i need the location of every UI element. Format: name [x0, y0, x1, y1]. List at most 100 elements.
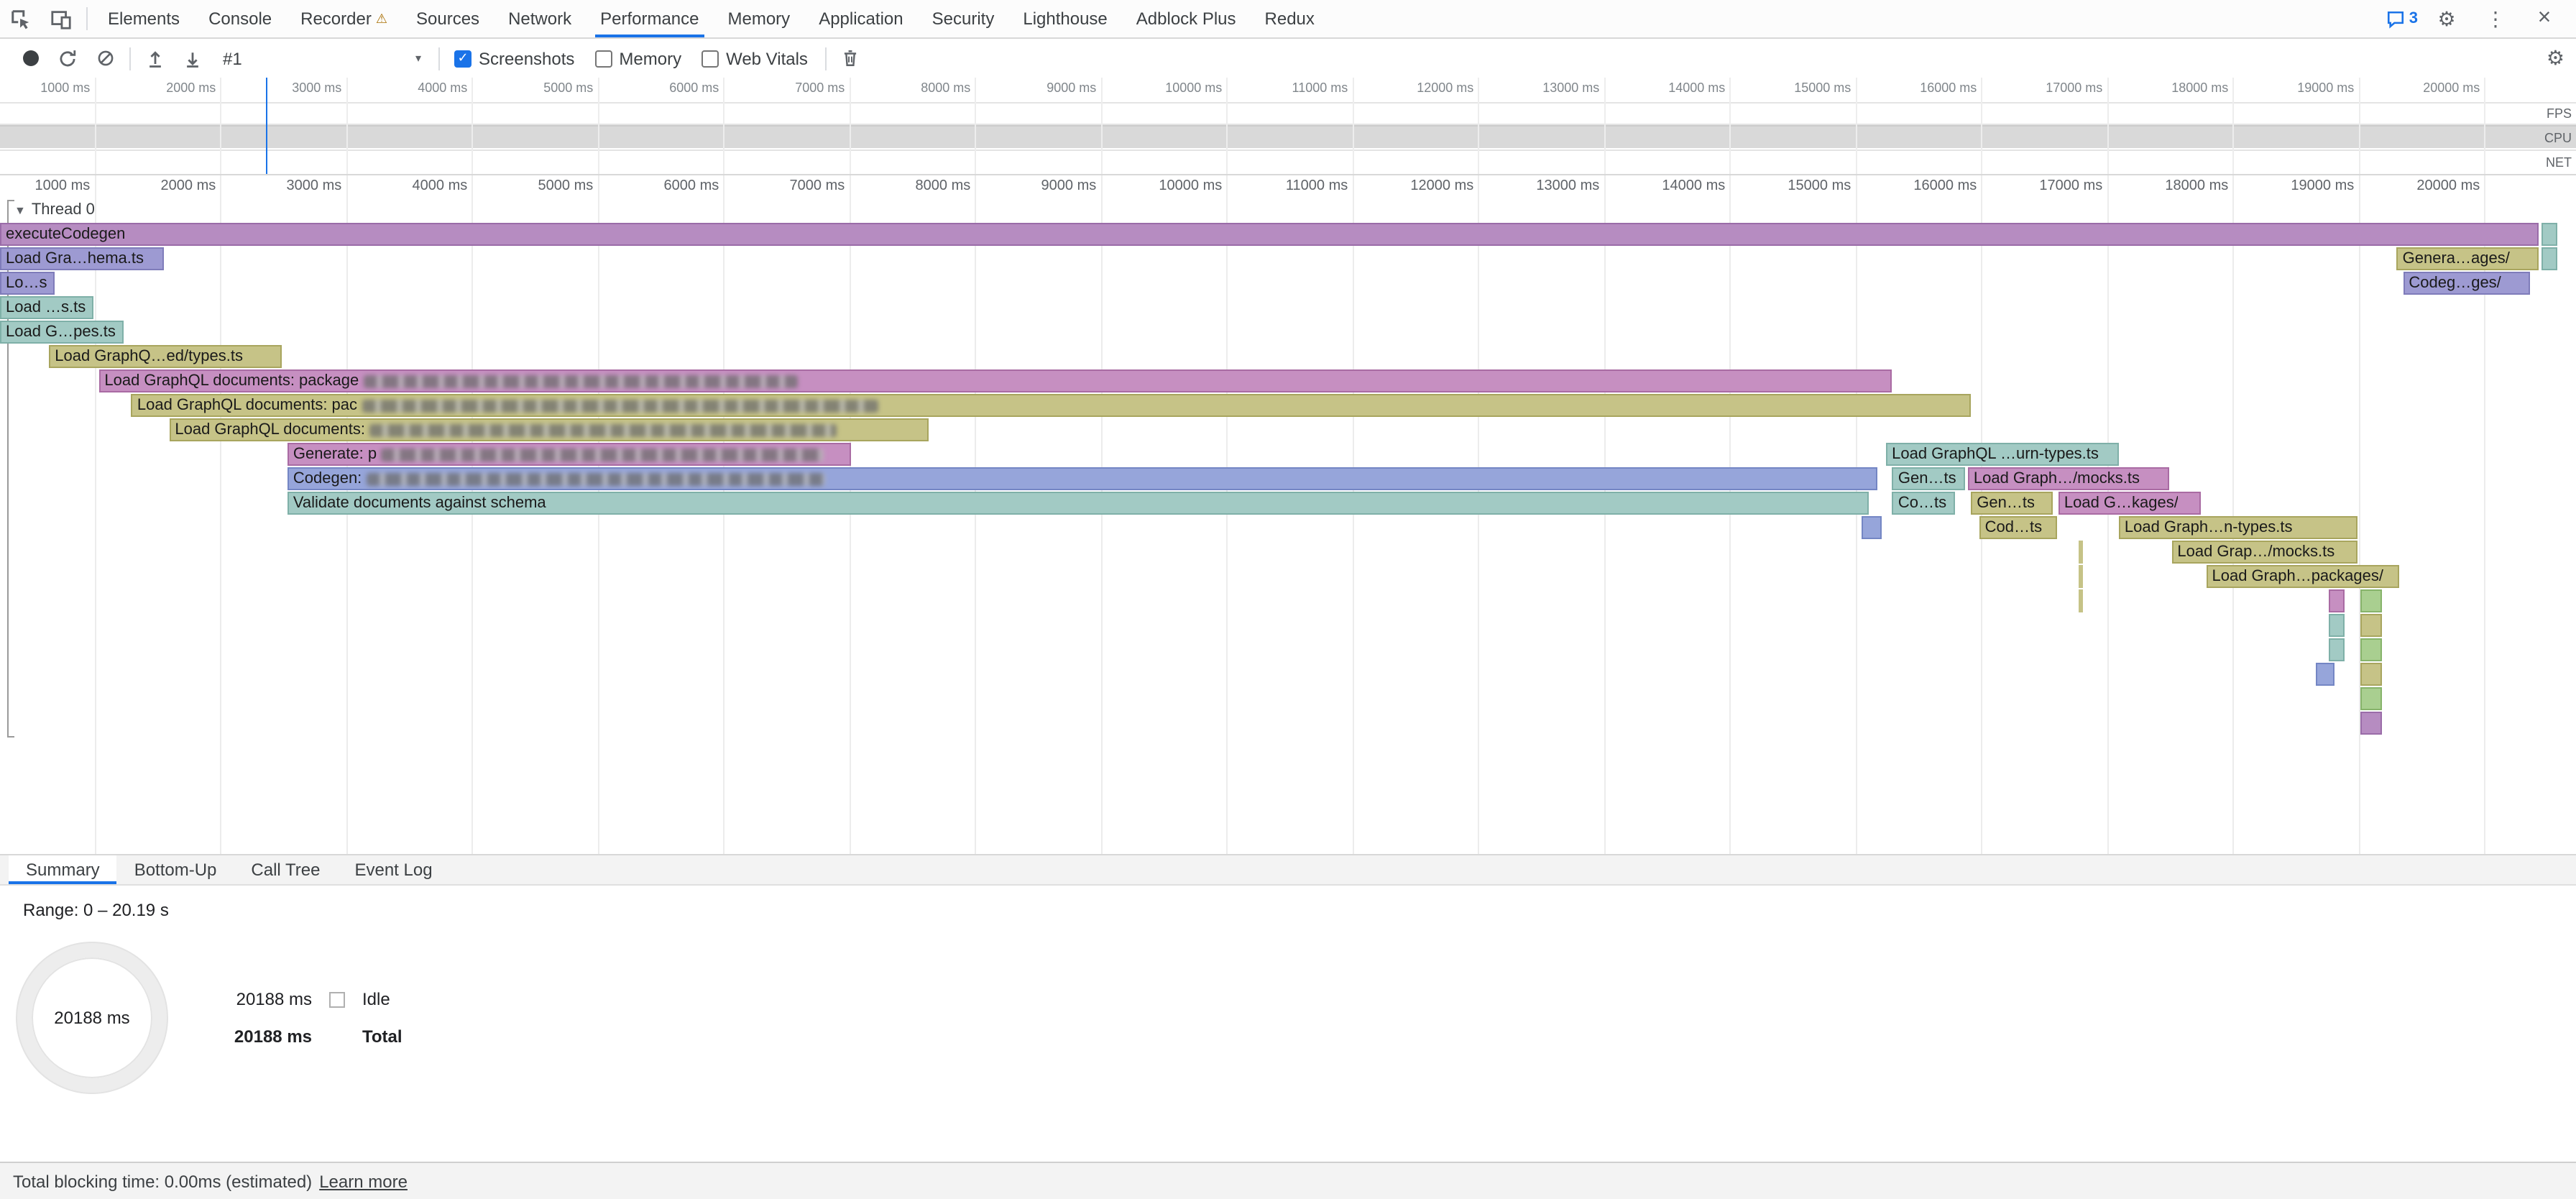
flame-bar[interactable]: Load G…kages/	[2058, 492, 2202, 515]
tab-label: Adblock Plus	[1136, 9, 1236, 29]
flame-bar[interactable]	[2361, 712, 2383, 735]
issues-button[interactable]: 3	[2386, 9, 2418, 28]
tab-sources[interactable]: Sources	[402, 0, 494, 37]
tab-application[interactable]: Application	[804, 0, 917, 37]
flame-bar[interactable]: Cod…ts	[1979, 516, 2057, 539]
tab-label: Sources	[416, 9, 479, 29]
flame-bar[interactable]: Co…ts	[1892, 492, 1955, 515]
flame-bar-label: Generate: p	[293, 446, 377, 463]
drawer-tab-bottom-up[interactable]: Bottom-Up	[117, 855, 234, 884]
flame-bar[interactable]	[1861, 516, 1881, 539]
flame-bars-container: executeCodegenLoad Gra…hema.ts Genera…age…	[0, 223, 2576, 854]
flame-bar-label: Load GraphQL …urn-types.ts	[1892, 446, 2099, 463]
flame-bar[interactable]	[2328, 638, 2345, 661]
checkbox-box[interactable]	[702, 50, 719, 67]
inspect-element-icon[interactable]	[0, 0, 40, 37]
flame-bar[interactable]: Gen…ts	[1971, 492, 2053, 515]
tab-lighthouse[interactable]: Lighthouse	[1008, 0, 1121, 37]
ruler-tick-label: 15000 ms	[1730, 175, 1851, 197]
checkbox-box[interactable]	[594, 50, 612, 67]
flame-bar[interactable]: Codegen:	[288, 467, 1878, 490]
capture-settings-gear-icon[interactable]: ⚙	[2547, 45, 2576, 71]
checkbox-box[interactable]: ✓	[454, 50, 472, 67]
load-profile-icon[interactable]	[137, 40, 174, 77]
tab-network[interactable]: Network	[494, 0, 586, 37]
flame-bar[interactable]: Load Graph…/mocks.ts	[1968, 467, 2168, 490]
drawer-tab-summary[interactable]: Summary	[9, 855, 117, 884]
settings-gear-icon[interactable]: ⚙	[2426, 9, 2467, 29]
legend-label: Idle	[362, 989, 390, 1009]
flame-bar[interactable]: Load …s.ts	[0, 296, 93, 319]
ruler-tick-label: 17000 ms	[1982, 175, 2102, 197]
flame-bar[interactable]	[2078, 541, 2082, 564]
record-button[interactable]	[12, 40, 49, 77]
flame-bar[interactable]	[2328, 614, 2345, 637]
flame-bar[interactable]: Validate documents against schema	[288, 492, 1869, 515]
thread-track-header[interactable]: ▼ Thread 0	[14, 201, 95, 219]
kebab-menu-icon[interactable]: ⋮	[2475, 9, 2516, 29]
flame-bar[interactable]	[2542, 247, 2558, 270]
tab-adblock-plus[interactable]: Adblock Plus	[1122, 0, 1251, 37]
flame-bar[interactable]	[2361, 589, 2383, 612]
tab-console[interactable]: Console	[194, 0, 286, 37]
flame-bar[interactable]: Codeg…ges/	[2403, 272, 2529, 295]
profile-select[interactable]: #1 ▾	[214, 42, 430, 74]
flame-bar[interactable]: Load Gra…hema.ts	[0, 247, 164, 270]
flame-bar[interactable]: Load Grap…/mocks.ts	[2171, 541, 2357, 564]
flame-bar[interactable]: Load GraphQL …urn-types.ts	[1886, 443, 2119, 466]
flame-bar[interactable]: Load GraphQL documents:	[169, 418, 928, 441]
flame-bar[interactable]	[2078, 565, 2082, 588]
flame-bar[interactable]: Load Graph…n-types.ts	[2119, 516, 2358, 539]
flame-bar[interactable]	[2361, 663, 2383, 686]
timeline-overview[interactable]: FPS CPU NET 1000 ms2000 ms3000 ms4000 ms…	[0, 78, 2576, 175]
reload-and-record-icon[interactable]	[49, 40, 86, 77]
checkbox-screenshots[interactable]: ✓Screenshots	[454, 48, 574, 68]
flame-bar[interactable]: Load GraphQL documents: pac	[132, 394, 1971, 417]
flame-bar[interactable]	[2361, 638, 2383, 661]
flame-bar[interactable]: Gen…ts	[1892, 467, 1965, 490]
flame-bar[interactable]: Load GraphQ…ed/types.ts	[49, 345, 282, 368]
device-toolbar-icon[interactable]	[40, 0, 80, 37]
drawer-tab-call-tree[interactable]: Call Tree	[234, 855, 337, 884]
checkbox-web-vitals[interactable]: Web Vitals	[702, 48, 808, 68]
ruler-tick-label: 12000 ms	[1353, 175, 1473, 197]
flame-bar[interactable]	[2361, 687, 2383, 710]
flame-bar[interactable]: Load G…pes.ts	[0, 321, 124, 344]
flame-bar[interactable]: Load GraphQL documents: package	[98, 369, 1892, 392]
checkbox-label: Memory	[619, 48, 681, 68]
flame-bar[interactable]: Generate: p	[288, 443, 851, 466]
flame-bar[interactable]: Lo…s	[0, 272, 54, 295]
flame-bar[interactable]: Genera…ages/	[2397, 247, 2539, 270]
tab-performance[interactable]: Performance	[586, 0, 713, 37]
trash-icon[interactable]	[832, 40, 870, 77]
learn-more-link[interactable]: Learn more	[319, 1171, 408, 1191]
flame-bar[interactable]: executeCodegen	[0, 223, 2539, 246]
overview-tick-label: 2000 ms	[95, 81, 216, 95]
tab-redux[interactable]: Redux	[1251, 0, 1329, 37]
ruler-tick-label: 4000 ms	[346, 175, 467, 197]
flamechart[interactable]: ▼ Thread 0 executeCodegenLoad Gra…hema.t…	[0, 197, 2576, 854]
clear-icon[interactable]	[86, 40, 124, 77]
tab-security[interactable]: Security	[918, 0, 1009, 37]
flame-bar-label: Gen…ts	[1898, 470, 1956, 487]
flame-bar[interactable]	[2317, 663, 2334, 686]
close-icon[interactable]: ×	[2524, 7, 2564, 30]
flame-bar[interactable]	[2328, 589, 2345, 612]
redacted-text	[363, 375, 799, 387]
tab-memory[interactable]: Memory	[714, 0, 805, 37]
checkbox-memory[interactable]: Memory	[594, 48, 681, 68]
flame-bar-label: Lo…s	[6, 275, 47, 292]
ruler-tick-label: 6000 ms	[598, 175, 719, 197]
flame-bar[interactable]: Load Graph…packages/	[2207, 565, 2399, 588]
summary-pane: Range: 0 – 20.19 s 20188 ms 20188 msIdle…	[0, 886, 2576, 1162]
tab-recorder[interactable]: Recorder⚠	[286, 0, 402, 37]
summary-donut: 20188 ms	[17, 943, 167, 1093]
flame-bar[interactable]	[2361, 614, 2383, 637]
redacted-text	[369, 423, 837, 436]
drawer-tab-event-log[interactable]: Event Log	[337, 855, 449, 884]
flame-bar[interactable]	[2542, 223, 2558, 246]
flame-bar[interactable]	[2078, 589, 2082, 612]
save-profile-icon[interactable]	[174, 40, 211, 77]
tab-elements[interactable]: Elements	[93, 0, 194, 37]
overview-tick-label: 10000 ms	[1101, 81, 1222, 95]
